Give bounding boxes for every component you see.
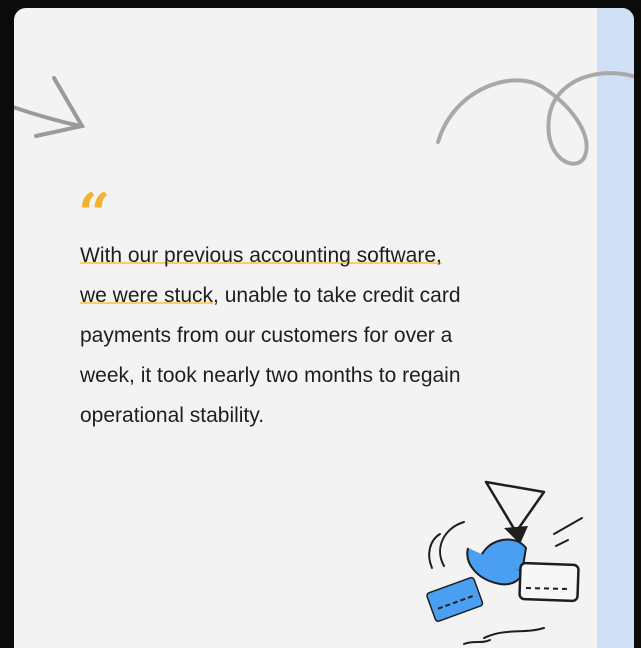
credit-card-icon — [426, 576, 484, 622]
credit-card-icon — [518, 561, 580, 603]
quote-line: With our previous accounting software, — [80, 244, 442, 267]
testimonial-card: “ With our previous accounting software,… — [14, 8, 634, 648]
quote-line: we were stuck, unable to take credit car… — [80, 284, 461, 307]
quote-highlight: we were stuck — [80, 284, 214, 307]
arrow-right-doodle-icon — [14, 76, 86, 138]
quote-line: operational stability. — [80, 404, 265, 427]
loop-doodle-icon — [436, 71, 634, 166]
quote-line: week, it took nearly two months to regai… — [80, 364, 461, 387]
quote-line: payments from our customers for over a — [80, 324, 453, 347]
payment-illustration — [426, 480, 583, 645]
quote-highlight: With our previous accounting software, — [80, 244, 442, 267]
testimonial-quote: With our previous accounting software, w… — [80, 236, 540, 436]
quote-mark-icon: “ — [78, 181, 111, 247]
